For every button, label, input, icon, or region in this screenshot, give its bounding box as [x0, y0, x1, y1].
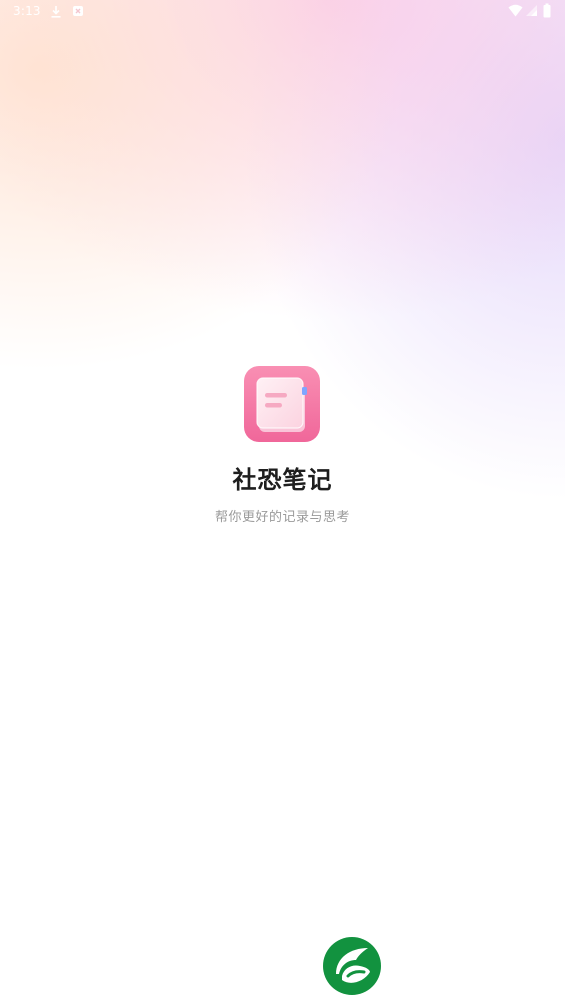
status-time: 3:13 — [13, 4, 41, 18]
notebook-app-icon — [244, 366, 320, 442]
splash-background — [0, 0, 565, 1004]
app-name: 社恐笔记 — [232, 466, 333, 494]
app-tagline: 帮你更好的记录与思考 — [214, 510, 350, 525]
green-leaf-logo-icon — [323, 937, 381, 995]
battery-icon — [543, 3, 551, 18]
notification-app-icon — [73, 6, 83, 16]
download-icon — [51, 6, 61, 18]
wifi-icon — [508, 4, 523, 17]
cellular-signal-icon — [526, 5, 537, 16]
status-bar: 3:13 — [0, 0, 565, 24]
